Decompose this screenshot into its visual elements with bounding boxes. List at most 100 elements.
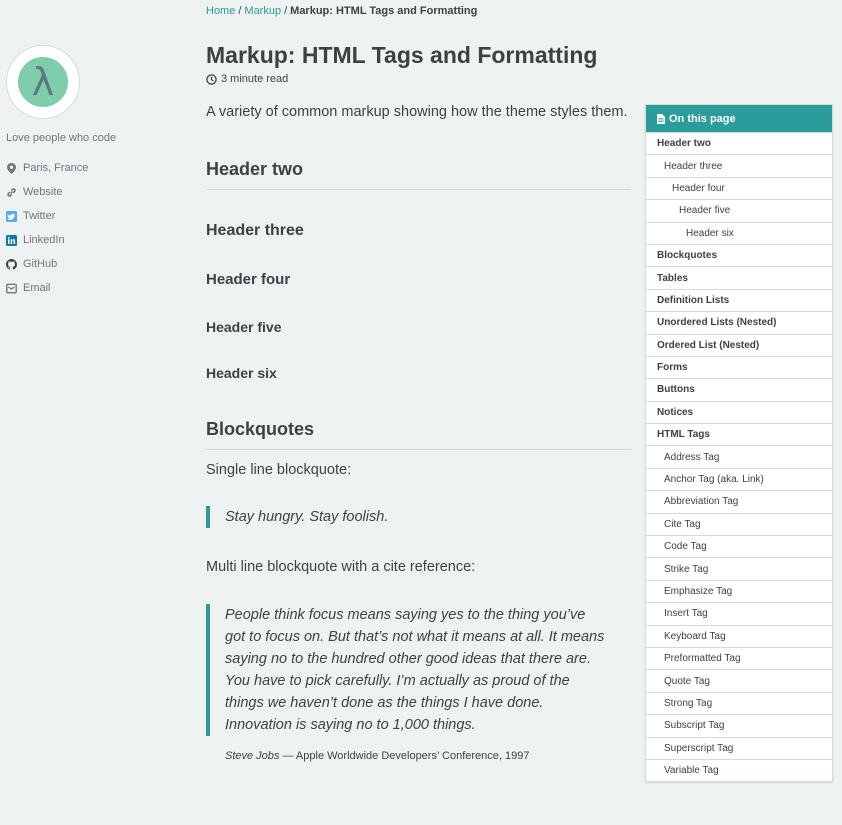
toc-item[interactable]: Insert Tag bbox=[646, 602, 832, 624]
author-link-label: LinkedIn bbox=[23, 234, 65, 246]
single-blockquote-text: Stay hungry. Stay foolish. bbox=[225, 509, 389, 525]
toc-item[interactable]: Strike Tag bbox=[646, 557, 832, 579]
author-link-twitter[interactable]: Twitter bbox=[6, 204, 186, 228]
toc-item-label: Header two bbox=[657, 138, 711, 150]
toc-item-label: Code Tag bbox=[664, 541, 707, 553]
toc-item-label: Quote Tag bbox=[664, 675, 710, 687]
toc-item-label: Subscript Tag bbox=[664, 720, 725, 732]
toc-item[interactable]: Quote Tag bbox=[646, 669, 832, 691]
heading-header-three: Header three bbox=[206, 222, 304, 239]
author-links: Paris, France Website Twitter LinkedIn G… bbox=[6, 156, 186, 300]
breadcrumb-markup-link[interactable]: Markup bbox=[244, 5, 281, 17]
toc-item[interactable]: Header four bbox=[646, 176, 832, 199]
toc-item-label: Forms bbox=[657, 362, 688, 374]
multi-blockquote-label: Multi line blockquote with a cite refere… bbox=[206, 559, 476, 575]
toc-item-label: Strike Tag bbox=[664, 563, 709, 575]
toc-item-label: Variable Tag bbox=[664, 765, 719, 777]
author-link-website[interactable]: Website bbox=[6, 180, 186, 204]
toc-list: Header two Header three Header four Header … bbox=[646, 132, 832, 781]
envelope-icon bbox=[6, 283, 17, 294]
toc-item-label: HTML Tags bbox=[657, 429, 710, 441]
toc-item[interactable]: Variable Tag bbox=[646, 758, 832, 781]
author-link-label: Twitter bbox=[23, 210, 56, 222]
toc-item-label: Preformatted Tag bbox=[664, 653, 741, 665]
twitter-icon bbox=[6, 210, 17, 222]
toc-item[interactable]: Tables bbox=[646, 266, 832, 288]
link-icon bbox=[6, 187, 17, 198]
toc-item[interactable]: Header two bbox=[646, 132, 832, 154]
toc-item[interactable]: Cite Tag bbox=[646, 512, 832, 535]
toc-item[interactable]: Preformatted Tag bbox=[646, 646, 832, 669]
toc-item-label: Header five bbox=[679, 205, 731, 217]
toc-item[interactable]: Header six bbox=[646, 221, 832, 244]
multi-blockquote: People think focus means saying yes to t… bbox=[206, 604, 605, 736]
toc-item[interactable]: Anchor Tag (aka. Link) bbox=[646, 467, 832, 490]
toc-item-label: Insert Tag bbox=[664, 608, 708, 620]
author-link-location: Paris, France bbox=[6, 156, 186, 180]
read-time: 3 minute read bbox=[206, 73, 631, 85]
toc-item[interactable]: Unordered Lists (Nested) bbox=[646, 311, 832, 333]
toc-item-label: Strong Tag bbox=[664, 697, 713, 709]
cite-author: Steve Jobs bbox=[225, 750, 280, 762]
github-icon bbox=[6, 258, 17, 270]
avatar-letter: λ bbox=[31, 60, 55, 104]
toc-title: On this page bbox=[669, 112, 736, 125]
multi-blockquote-text: People think focus means saying yes to t… bbox=[225, 607, 605, 733]
toc-item[interactable]: Notices bbox=[646, 400, 832, 423]
author-link-label: Website bbox=[23, 186, 63, 198]
cite-source: — Apple Worldwide Developers’ Conference… bbox=[279, 750, 530, 762]
author-sidebar: λ Love people who code Paris, France Web… bbox=[6, 45, 186, 300]
toc-item[interactable]: Superscript Tag bbox=[646, 736, 832, 759]
toc-item-label: Header six bbox=[686, 227, 734, 239]
heading-header-six: Header six bbox=[206, 365, 277, 381]
toc-item[interactable]: Forms bbox=[646, 355, 832, 378]
toc-item[interactable]: HTML Tags bbox=[646, 423, 832, 445]
toc-item-label: Cite Tag bbox=[664, 518, 701, 530]
toc-item[interactable]: Keyboard Tag bbox=[646, 624, 832, 647]
avatar-logo: λ bbox=[18, 57, 68, 107]
toc-item[interactable]: Buttons bbox=[646, 378, 832, 400]
single-blockquote: Stay hungry. Stay foolish. bbox=[206, 506, 631, 528]
blockquote-citation: Steve Jobs — Apple Worldwide Developers’… bbox=[225, 750, 631, 762]
toc-item[interactable]: Subscript Tag bbox=[646, 714, 832, 736]
toc-item-label: Notices bbox=[657, 406, 694, 418]
heading-blockquotes: Blockquotes bbox=[206, 419, 631, 450]
author-link-label: GitHub bbox=[23, 258, 58, 270]
heading-header-two: Header two bbox=[206, 159, 631, 190]
toc-item[interactable]: Definition Lists bbox=[646, 288, 832, 311]
toc-item-label: Address Tag bbox=[664, 451, 720, 463]
toc-item[interactable]: Ordered List (Nested) bbox=[646, 333, 832, 356]
toc-item[interactable]: Address Tag bbox=[646, 445, 832, 467]
toc-item-label: Superscript Tag bbox=[664, 742, 734, 754]
heading-header-four: Header four bbox=[206, 271, 291, 288]
page-title: Markup: HTML Tags and Formatting bbox=[206, 42, 598, 68]
author-link-github[interactable]: GitHub bbox=[6, 252, 186, 276]
toc-item[interactable]: Header five bbox=[646, 199, 832, 221]
toc-item[interactable]: Header three bbox=[646, 154, 832, 176]
map-marker-icon bbox=[6, 162, 17, 174]
author-bio: Love people who code bbox=[6, 132, 117, 144]
clock-icon bbox=[206, 73, 217, 85]
toc-item[interactable]: Abbreviation Tag bbox=[646, 490, 832, 512]
toc-item[interactable]: Emphasize Tag bbox=[646, 579, 832, 602]
table-of-contents: On this page Header two Header three Heade… bbox=[645, 104, 833, 783]
breadcrumb-separator: / bbox=[284, 5, 288, 17]
toc-item-label: Header four bbox=[672, 182, 725, 194]
breadcrumb-home-link[interactable]: Home bbox=[206, 5, 235, 17]
breadcrumb: Home / Markup / Markup: HTML Tags and Format… bbox=[206, 5, 477, 17]
toc-item-label: Keyboard Tag bbox=[664, 630, 726, 642]
author-link-label: Paris, France bbox=[23, 162, 89, 174]
author-link-linkedin[interactable]: LinkedIn bbox=[6, 228, 186, 252]
toc-item-label: Unordered Lists (Nested) bbox=[657, 317, 777, 329]
file-text-icon bbox=[657, 113, 665, 124]
author-link-label: Email bbox=[23, 282, 51, 294]
toc-item-label: Blockquotes bbox=[657, 250, 718, 262]
author-link-email[interactable]: Email bbox=[6, 276, 186, 300]
toc-item-label: Tables bbox=[657, 272, 688, 284]
article: Markup: HTML Tags and Formatting 3 minut… bbox=[206, 40, 631, 762]
toc-item[interactable]: Blockquotes bbox=[646, 243, 832, 266]
toc-item-label: Anchor Tag (aka. Link) bbox=[664, 474, 764, 486]
toc-item[interactable]: Strong Tag bbox=[646, 691, 832, 714]
toc-item[interactable]: Code Tag bbox=[646, 535, 832, 557]
read-time-label: 3 minute read bbox=[221, 73, 289, 85]
